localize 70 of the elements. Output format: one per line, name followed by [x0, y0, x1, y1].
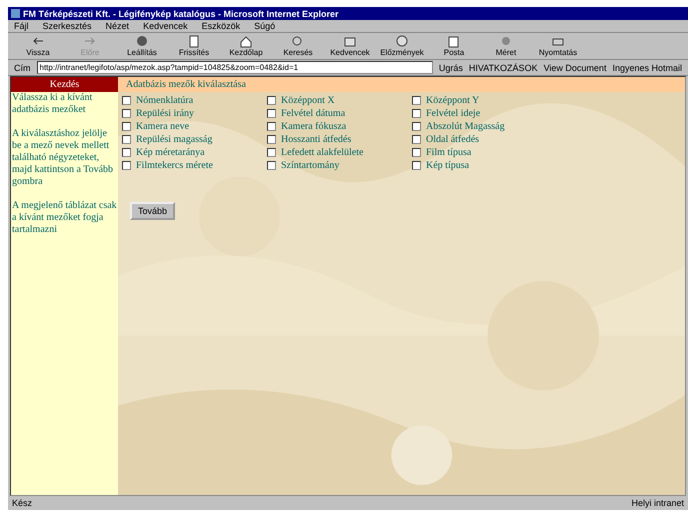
- checkbox[interactable]: [122, 122, 131, 131]
- house-icon: [239, 35, 253, 48]
- section-header: Adatbázis mezők kiválasztása: [118, 77, 685, 92]
- toolbar-button[interactable]: Vissza: [14, 34, 62, 58]
- toolbar-button[interactable]: Kezdőlap: [222, 34, 270, 58]
- checkbox[interactable]: [267, 96, 276, 105]
- field-option[interactable]: Film típusa: [412, 147, 562, 158]
- menu-item[interactable]: Eszközök: [202, 21, 240, 31]
- address-field[interactable]: http://intranet/legifoto/asp/mezok.asp?tampid=104825&zoom=0482&id=1: [36, 61, 433, 74]
- link[interactable]: Ingyenes Hotmail: [612, 62, 682, 72]
- checkbox[interactable]: [412, 148, 421, 157]
- field-option[interactable]: Oldal átfedés: [412, 134, 562, 145]
- toolbar-button[interactable]: Keresés: [274, 34, 322, 58]
- page-icon: [187, 35, 201, 48]
- field-option[interactable]: Kép méretaránya: [122, 147, 267, 158]
- field-option[interactable]: Kamera fókusza: [267, 121, 412, 132]
- menu-item[interactable]: Súgó: [254, 21, 276, 31]
- checkbox[interactable]: [122, 161, 131, 170]
- field-option[interactable]: Középpont X: [267, 95, 412, 106]
- instruction-text: Válassza ki a kívánt adatbázis mezőket: [12, 92, 94, 116]
- checkbox[interactable]: [412, 161, 421, 170]
- field-option[interactable]: Filmtekercs mérete: [122, 160, 267, 171]
- menu-item[interactable]: Fájl: [14, 21, 29, 31]
- field-option[interactable]: Felvétel dátuma: [267, 108, 412, 119]
- checkbox[interactable]: [122, 96, 131, 105]
- toolbar-button[interactable]: Nyomtatás: [534, 34, 582, 58]
- toolbar-button[interactable]: Méret: [482, 34, 530, 58]
- checkbox[interactable]: [412, 135, 421, 144]
- checkbox[interactable]: [267, 109, 276, 118]
- link[interactable]: View Document: [544, 62, 606, 72]
- toolbar-button[interactable]: Leállítás: [118, 34, 166, 58]
- field-option[interactable]: Középpont Y: [412, 95, 562, 106]
- field-option[interactable]: Hosszanti átfedés: [267, 134, 412, 145]
- field-option[interactable]: Felvétel ideje: [412, 108, 562, 119]
- checkbox[interactable]: [412, 96, 421, 105]
- field-option[interactable]: Nómenklatúra: [122, 95, 267, 106]
- checkbox[interactable]: [412, 109, 421, 118]
- field-option[interactable]: Lefedett alakfelülete: [267, 147, 412, 158]
- status-text: Kész: [12, 498, 32, 508]
- checkbox[interactable]: [122, 135, 131, 144]
- checkbox[interactable]: [267, 135, 276, 144]
- checkbox[interactable]: [267, 148, 276, 157]
- checkbox[interactable]: [267, 122, 276, 131]
- field-option[interactable]: Kép típusa: [412, 160, 562, 171]
- field-option[interactable]: Kamera neve: [122, 121, 267, 132]
- toolbar-button[interactable]: Kedvencek: [326, 34, 374, 58]
- next-button[interactable]: Tovább: [130, 202, 176, 220]
- go-button[interactable]: Ugrás: [438, 62, 463, 72]
- window-title: FM Térképészeti Kft. - Légifénykép katalógus - Microsoft Internet Explorer: [23, 8, 339, 18]
- checkbox[interactable]: [267, 161, 276, 170]
- links-label: HIVATKOZÁSOK: [468, 62, 538, 72]
- menu-item[interactable]: Nézet: [106, 21, 130, 31]
- zone-text: Helyi intranet: [631, 498, 684, 508]
- menu-item[interactable]: Kedvencek: [143, 21, 188, 31]
- toolbar-button[interactable]: Posta: [430, 34, 478, 58]
- dot-icon: [499, 35, 513, 48]
- sidebar-header: Kezdés: [11, 77, 118, 92]
- instruction-text: A kiválasztáshoz jelölje be a mező nevek mellett található négyzeteket, majd kattintson a Tovább gombra: [12, 128, 114, 188]
- field-option[interactable]: Repülési irány: [122, 108, 267, 119]
- field-option[interactable]: Repülési magasság: [122, 134, 267, 145]
- checkbox[interactable]: [122, 109, 131, 118]
- instruction-text: A megjelenő táblázat csak a kívánt mezőket fogja tartalmazni: [12, 200, 118, 236]
- checkbox[interactable]: [412, 122, 421, 131]
- toolbar-button[interactable]: Előzmények: [378, 34, 426, 58]
- address-label: Cím: [14, 62, 30, 72]
- toolbar-button[interactable]: Frissítés: [170, 34, 218, 58]
- field-option[interactable]: Színtartomány: [267, 160, 412, 171]
- checkbox[interactable]: [122, 148, 131, 157]
- menu-item[interactable]: Szerkesztés: [42, 21, 92, 31]
- field-option[interactable]: Abszolút Magasság: [412, 121, 562, 132]
